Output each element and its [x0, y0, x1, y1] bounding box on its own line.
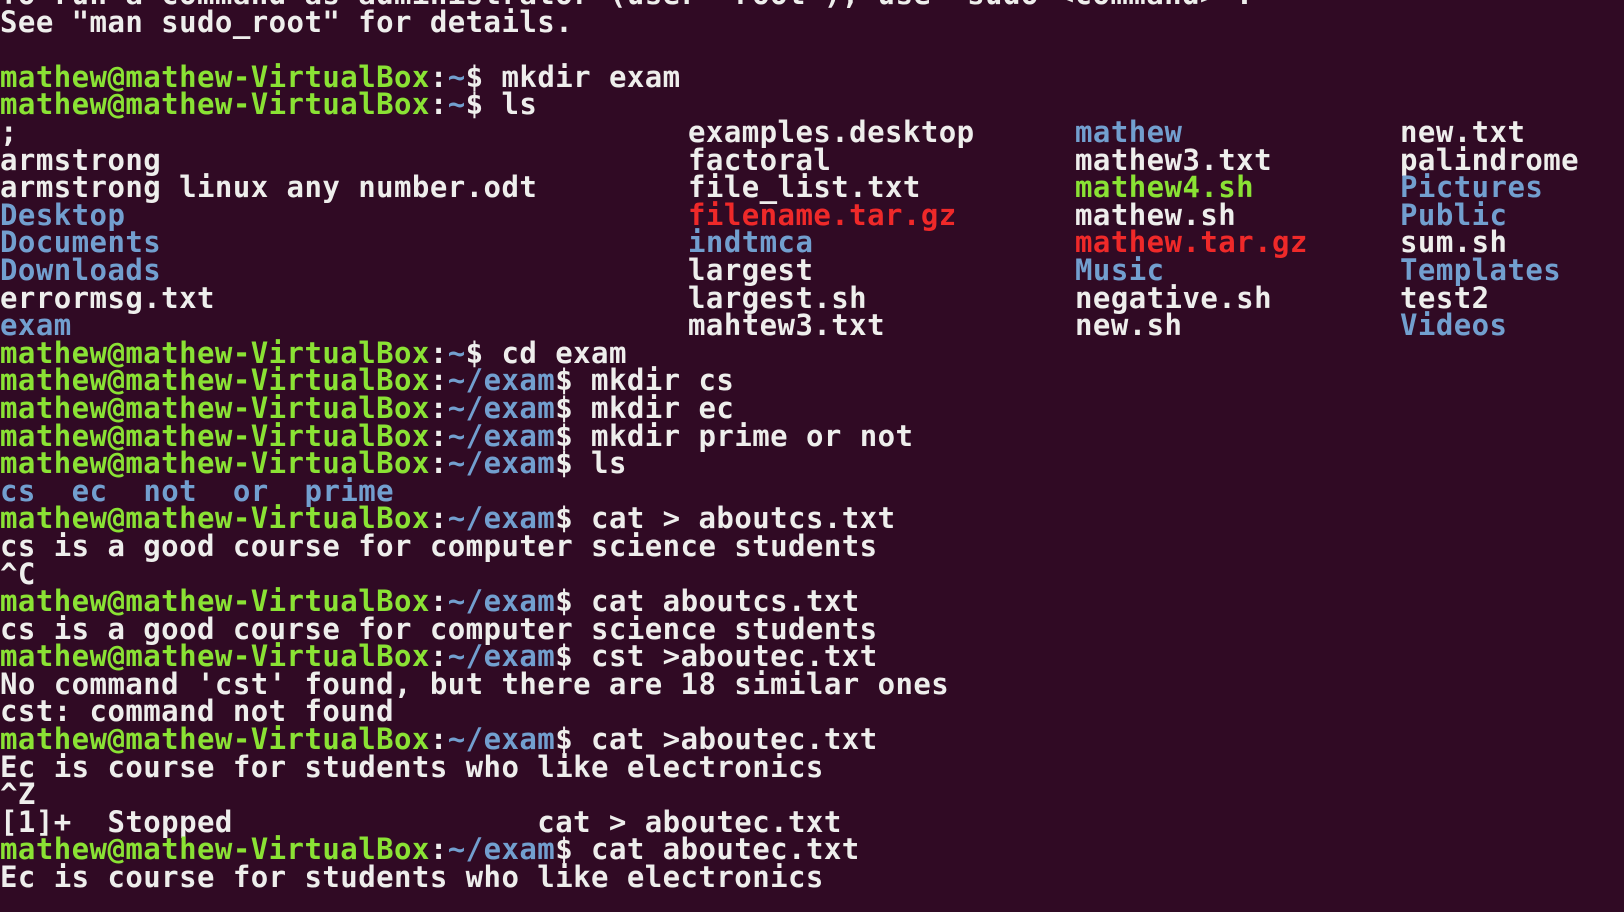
prompt-separator: :: [429, 87, 448, 122]
ls-entry: exam: [0, 308, 72, 343]
output-line: Ec is course for students who like elect…: [0, 749, 824, 784]
ls-column: mathew mathew3.txt mathew4.sh mathew.sh …: [1075, 118, 1308, 343]
terminal-window[interactable]: To run a command as administrator (user …: [0, 0, 1624, 912]
ls-column: ; armstrong armstrong linux any number.o…: [0, 118, 537, 343]
ls-entry: errormsg.txt: [0, 280, 215, 315]
ls-entry: new.sh: [1075, 308, 1183, 343]
prompt-user-host: mathew@mathew-VirtualBox: [0, 87, 430, 122]
prompt-path: ~: [447, 87, 466, 122]
ls-column: examples.desktop factoral file_list.txt …: [688, 118, 975, 343]
output-line: Ec is course for students who like elect…: [0, 860, 824, 895]
command-text: mkdir prime or not: [591, 418, 914, 453]
prompt-dollar: $: [465, 87, 502, 122]
command-text: ls: [591, 446, 627, 481]
ls-home-listing: ; armstrong armstrong linux any number.o…: [0, 118, 1579, 343]
prompt-separator: :: [429, 446, 448, 481]
prompt-dollar: $: [555, 446, 592, 481]
command-text: ls: [501, 87, 538, 122]
ls-entry: Videos: [1400, 308, 1508, 343]
ls-column: new.txt palindrome Pictures Public sum.s…: [1400, 118, 1579, 343]
prompt-line: mathew@mathew-VirtualBox:~$ ls: [0, 90, 1254, 119]
prompt-path: ~/exam: [447, 446, 556, 481]
ls-entry: mahtew3.txt: [688, 308, 886, 343]
terminal-output: To run a command as administrator (user …: [0, 0, 1579, 895]
header-line: See "man sudo_root" for details.: [0, 4, 574, 39]
output-line: cs is a good course for computer science…: [0, 528, 878, 563]
